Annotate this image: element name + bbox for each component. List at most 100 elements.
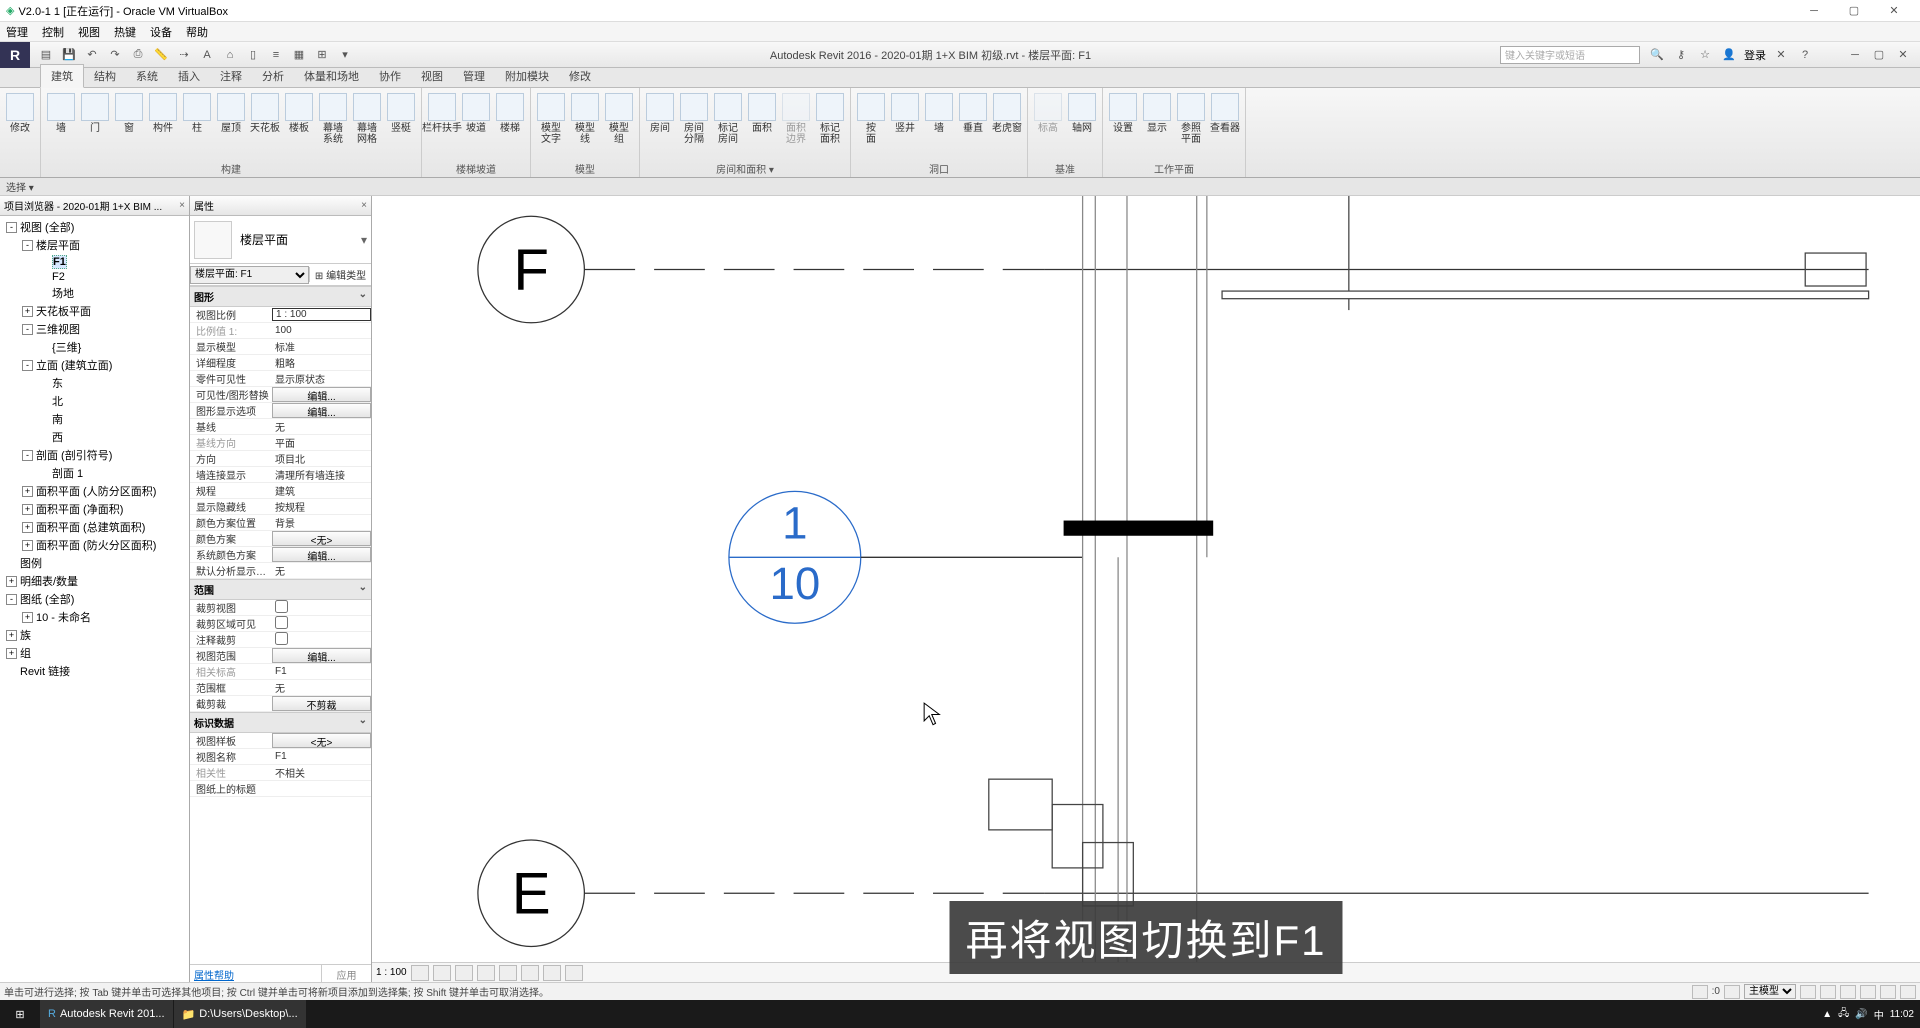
ribbon-button[interactable]: 栏杆扶手 — [426, 91, 458, 134]
property-row[interactable]: 裁剪视图 — [190, 600, 371, 616]
ribbon-button[interactable]: 幕墙 系统 — [317, 91, 349, 145]
property-row[interactable]: 规程建筑 — [190, 483, 371, 499]
tree-node[interactable]: 东 — [2, 374, 187, 392]
expand-toggle-icon[interactable]: + — [22, 612, 33, 623]
login-link[interactable]: 登录 — [1744, 47, 1766, 63]
shadows-icon[interactable] — [477, 965, 495, 981]
property-value[interactable]: 标准 — [272, 339, 371, 354]
tree-node[interactable]: +族 — [2, 626, 187, 644]
qat-close-icon[interactable]: ▦ — [289, 45, 309, 65]
crop-region-icon[interactable] — [521, 965, 539, 981]
expand-toggle-icon[interactable]: - — [22, 360, 33, 371]
qat-save-icon[interactable]: 💾 — [59, 45, 79, 65]
property-row[interactable]: 基线无 — [190, 419, 371, 435]
property-row[interactable]: 可见性/图形替换编辑... — [190, 387, 371, 403]
tree-node[interactable]: 西 — [2, 428, 187, 446]
property-row[interactable]: 零件可见性显示原状态 — [190, 371, 371, 387]
favorites-icon[interactable]: ☆ — [1696, 48, 1714, 61]
ribbon-tab[interactable]: 体量和场地 — [294, 65, 369, 87]
status-icon[interactable] — [1840, 985, 1856, 999]
instance-selector[interactable]: 楼层平面: F1 — [190, 266, 309, 284]
expand-toggle-icon[interactable]: + — [22, 504, 33, 515]
ribbon-tab[interactable]: 修改 — [559, 65, 601, 87]
property-value[interactable]: 粗略 — [272, 355, 371, 370]
ribbon-button[interactable]: 模型 文字 — [535, 91, 567, 145]
apply-button[interactable]: 应用 — [321, 965, 371, 982]
ribbon-button[interactable]: 竖井 — [889, 91, 921, 134]
property-edit-button[interactable]: <无> — [272, 531, 371, 546]
ribbon-button[interactable]: 楼梯 — [494, 91, 526, 134]
ribbon-button[interactable]: 按 面 — [855, 91, 887, 145]
qat-section-icon[interactable]: ▯ — [243, 45, 263, 65]
property-category[interactable]: 范围⌄ — [190, 579, 371, 600]
tray-volume-icon[interactable]: 🔊 — [1855, 1009, 1867, 1020]
type-selector[interactable]: 楼层平面 ▾ — [190, 216, 371, 264]
property-row[interactable]: 显示模型标准 — [190, 339, 371, 355]
ribbon-button[interactable]: 标记 房间 — [712, 91, 744, 145]
property-row[interactable]: 方向项目北 — [190, 451, 371, 467]
revit-app-button[interactable]: R — [0, 42, 30, 68]
infocenter-search-icon[interactable]: 🔍 — [1648, 48, 1666, 61]
hide-icon[interactable] — [543, 965, 561, 981]
property-value[interactable]: 项目北 — [272, 451, 371, 466]
close-icon[interactable]: × — [361, 200, 367, 211]
ribbon-tab[interactable]: 建筑 — [40, 64, 84, 88]
property-edit-button[interactable]: <无> — [272, 733, 371, 748]
vbox-menu-item[interactable]: 管理 — [6, 24, 28, 40]
property-row[interactable]: 显示隐藏线按规程 — [190, 499, 371, 515]
property-row[interactable]: 视图样板<无> — [190, 733, 371, 749]
project-browser-tree[interactable]: -视图 (全部)-楼层平面F1F2场地+天花板平面-三维视图{三维}-立面 (建… — [0, 216, 189, 982]
user-icon[interactable]: 👤 — [1720, 48, 1738, 61]
ribbon-button[interactable]: 墙 — [923, 91, 955, 134]
ribbon-tab[interactable]: 分析 — [252, 65, 294, 87]
vbox-minimize-button[interactable]: ─ — [1794, 5, 1834, 17]
property-row[interactable]: 默认分析显示样...无 — [190, 563, 371, 579]
taskbar-app[interactable]: 📁D:\Users\Desktop\... — [174, 1000, 306, 1028]
property-value[interactable]: 不相关 — [272, 765, 371, 780]
tree-node[interactable]: +面积平面 (总建筑面积) — [2, 518, 187, 536]
ribbon-button[interactable]: 模型 线 — [569, 91, 601, 145]
property-row[interactable]: 图形显示选项编辑... — [190, 403, 371, 419]
vbox-menu-item[interactable]: 视图 — [78, 24, 100, 40]
ribbon-button[interactable]: 面积 — [746, 91, 778, 134]
vbox-maximize-button[interactable]: ▢ — [1834, 4, 1874, 17]
ribbon-button[interactable]: 查看器 — [1209, 91, 1241, 134]
expand-toggle-icon[interactable]: + — [22, 540, 33, 551]
status-icon[interactable] — [1880, 985, 1896, 999]
edit-type-button[interactable]: ⊞ 编辑类型 — [309, 267, 371, 282]
property-row[interactable]: 视图范围编辑... — [190, 648, 371, 664]
ribbon-button[interactable]: 标记 面积 — [814, 91, 846, 145]
ribbon-button[interactable]: 窗 — [113, 91, 145, 134]
ribbon-button[interactable]: 柱 — [181, 91, 213, 134]
ribbon-button[interactable]: 垂直 — [957, 91, 989, 134]
ribbon-button[interactable]: 墙 — [45, 91, 77, 134]
detail-level-icon[interactable] — [411, 965, 429, 981]
ribbon-button[interactable]: 房间 — [644, 91, 676, 134]
qat-undo-icon[interactable]: ↶ — [82, 45, 102, 65]
property-edit-button[interactable]: 编辑... — [272, 547, 371, 562]
ribbon-tab[interactable]: 视图 — [411, 65, 453, 87]
drawing-canvas[interactable]: F E 1 10 — [372, 196, 1920, 982]
tray-network-icon[interactable]: 🖧 — [1838, 1006, 1849, 1023]
ribbon-button[interactable]: 天花板 — [249, 91, 281, 134]
tree-node[interactable]: 北 — [2, 392, 187, 410]
ribbon-button[interactable]: 设置 — [1107, 91, 1139, 134]
tree-node[interactable]: 剖面 1 — [2, 464, 187, 482]
qat-3d-icon[interactable]: ⌂ — [220, 45, 240, 65]
tree-node[interactable]: +10 - 未命名 — [2, 608, 187, 626]
qat-switch-icon[interactable]: ⊞ — [312, 45, 332, 65]
start-button[interactable]: ⊞ — [0, 1008, 40, 1021]
ribbon-button[interactable]: 显示 — [1141, 91, 1173, 134]
property-row[interactable]: 详细程度粗略 — [190, 355, 371, 371]
status-filter-icon[interactable] — [1724, 985, 1740, 999]
reveal-icon[interactable] — [565, 965, 583, 981]
property-edit-button[interactable]: 编辑... — [272, 387, 371, 402]
ribbon-button[interactable]: 参照 平面 — [1175, 91, 1207, 145]
expand-toggle-icon[interactable]: - — [6, 594, 17, 605]
property-edit-button[interactable]: 编辑... — [272, 403, 371, 418]
sun-path-icon[interactable] — [455, 965, 473, 981]
property-category[interactable]: 图形⌄ — [190, 286, 371, 307]
property-value[interactable]: F1 — [272, 751, 371, 762]
property-grid[interactable]: 图形⌄视图比例1 : 100比例值 1:100显示模型标准详细程度粗略零件可见性… — [190, 286, 371, 964]
property-row[interactable]: 图纸上的标题 — [190, 781, 371, 797]
